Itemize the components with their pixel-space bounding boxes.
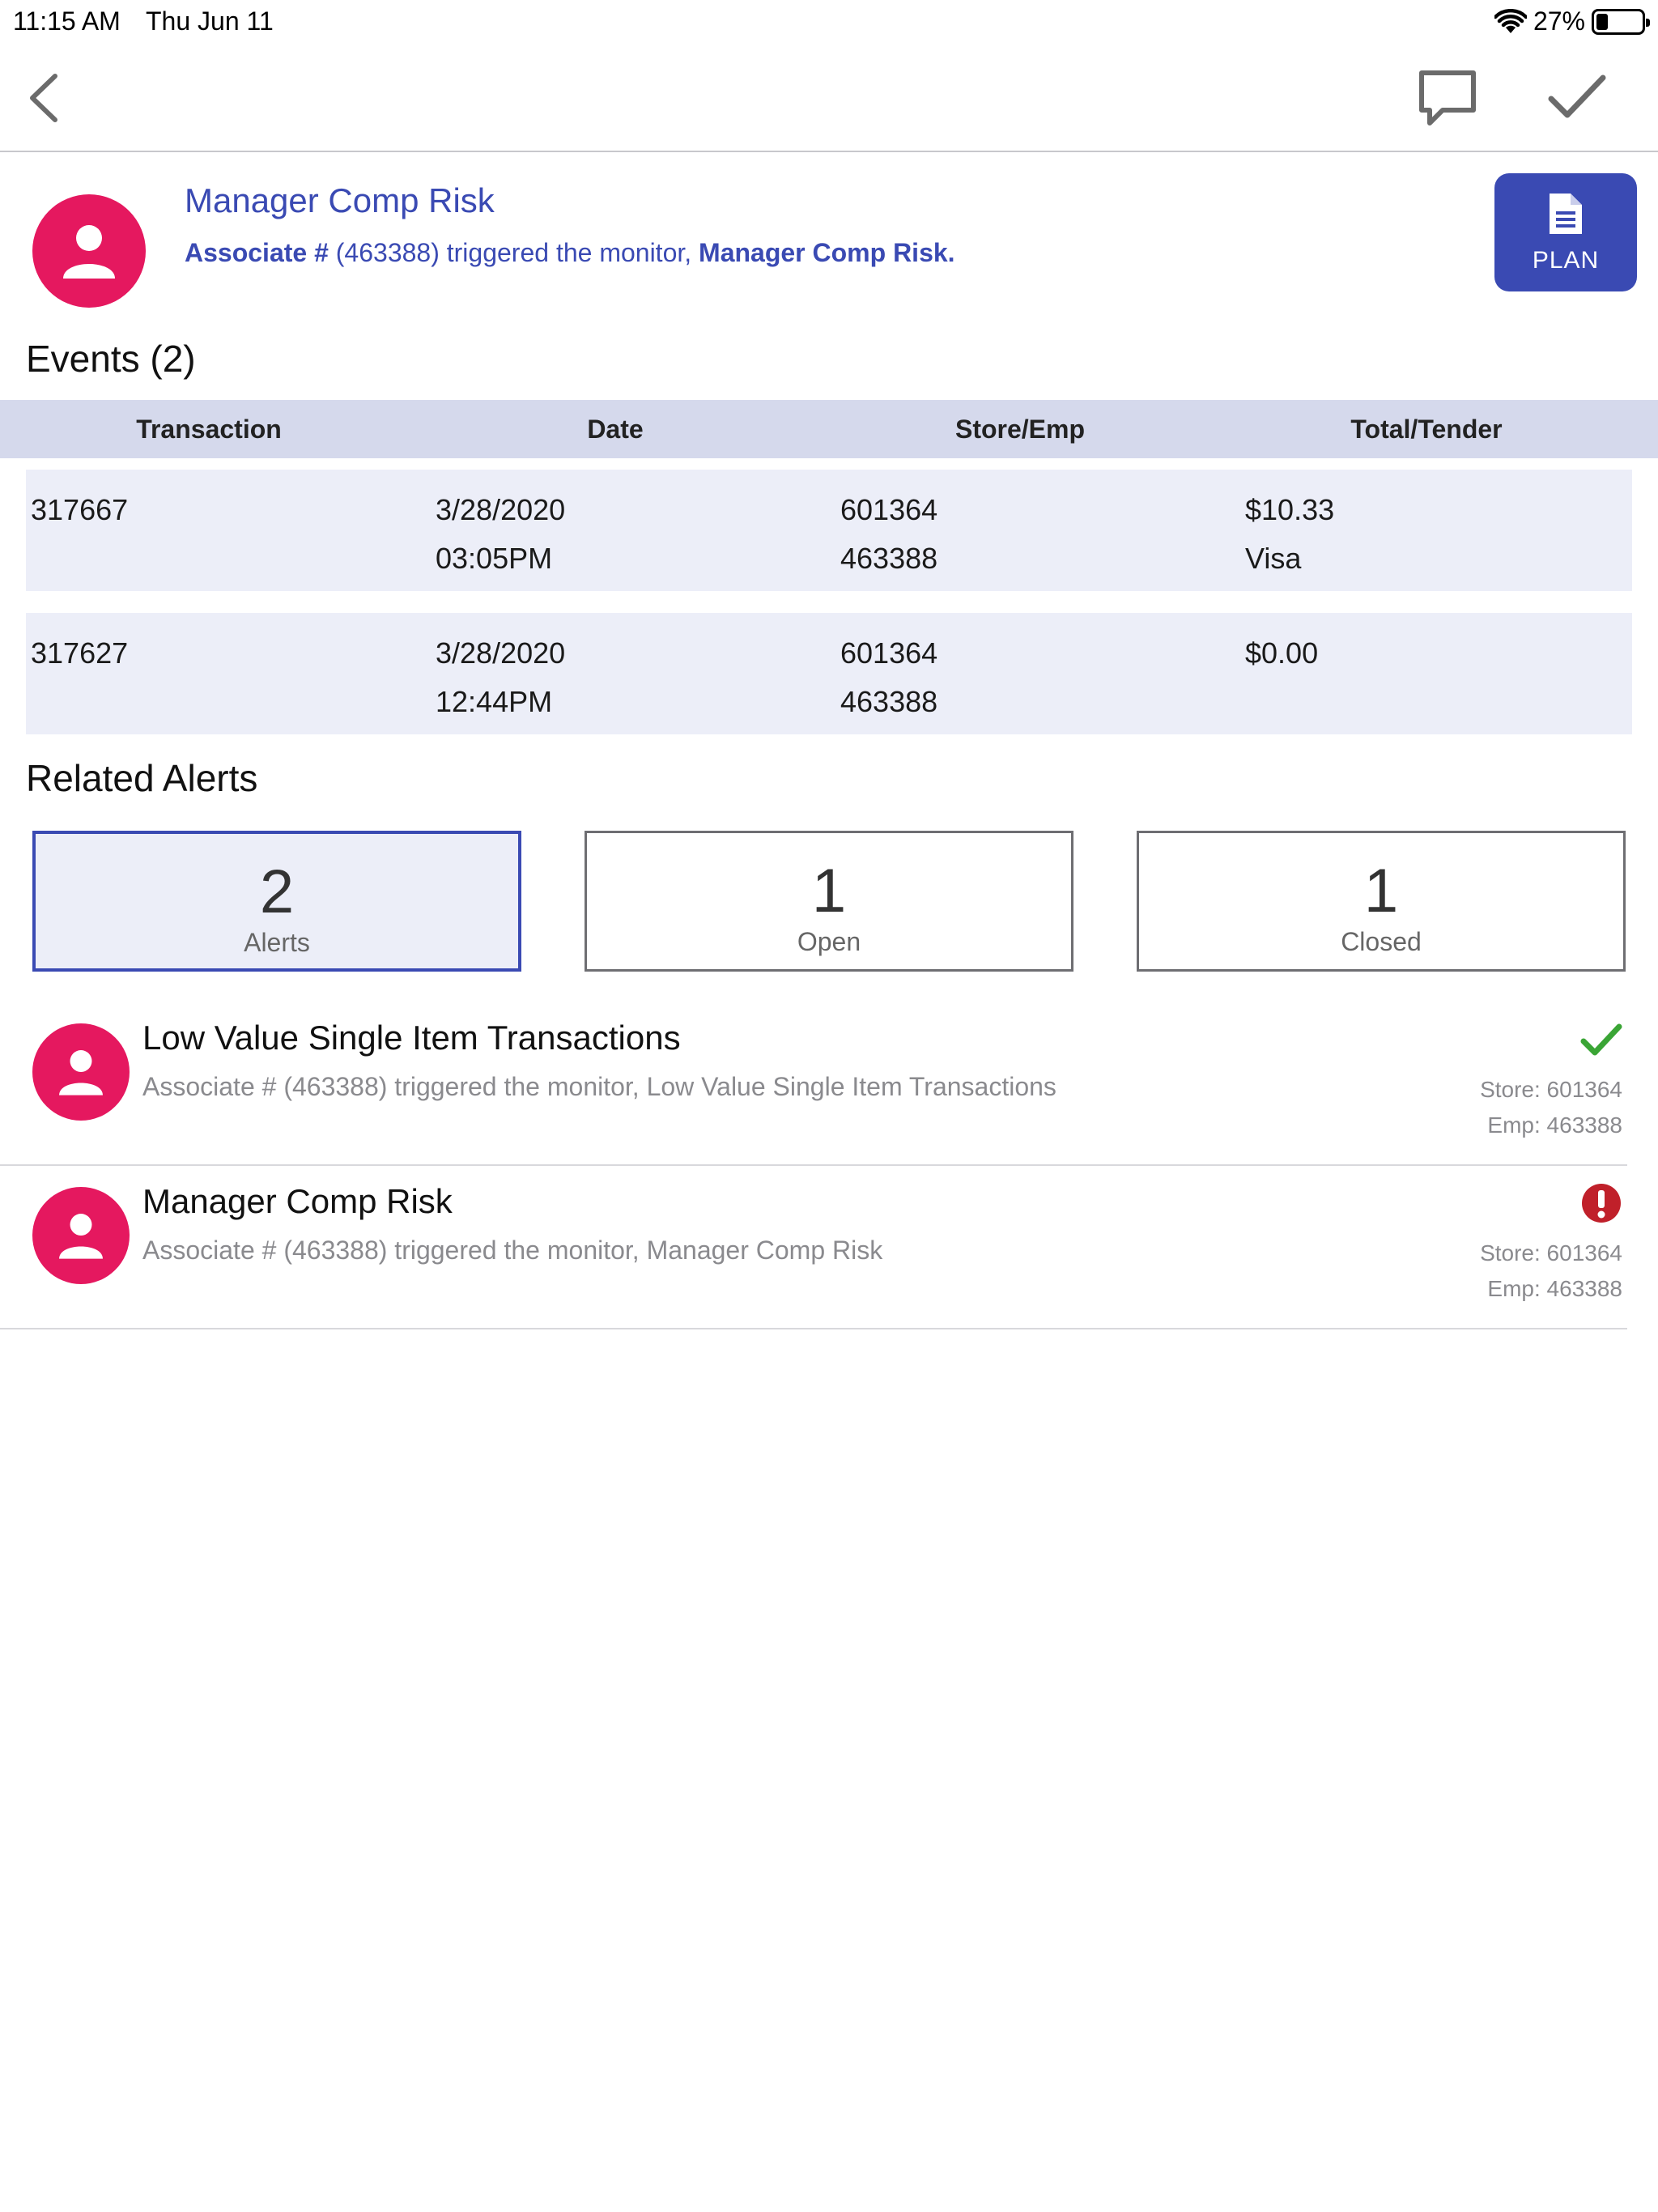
comment-icon <box>1419 70 1476 125</box>
alert-item-emp: Emp: 463388 <box>1487 1276 1622 1301</box>
back-button[interactable] <box>21 70 70 126</box>
battery-percent: 27% <box>1533 6 1585 36</box>
chevron-left-icon <box>30 74 57 122</box>
confirm-button[interactable] <box>1545 70 1609 126</box>
alert-item-title: Low Value Single Item Transactions <box>142 1019 681 1057</box>
status-time: 11:15 AM <box>13 6 121 36</box>
col-transaction: Transaction <box>136 415 282 444</box>
person-icon <box>59 1050 103 1095</box>
event-row[interactable]: 317627 3/28/2020 12:44PM 601364 463388 $0.… <box>26 613 1632 734</box>
comment-button[interactable] <box>1415 66 1480 131</box>
check-icon <box>1580 1023 1622 1056</box>
person-icon <box>63 225 115 279</box>
wifi-icon <box>1494 8 1527 35</box>
plan-label: PLAN <box>1532 247 1600 274</box>
nav-bar <box>0 45 1658 152</box>
events-table-header: Transaction Date Store/Emp Total/Tender <box>0 400 1658 458</box>
alert-item-store: Store: 601364 <box>1480 1077 1622 1102</box>
event-total: $10.33 <box>1245 493 1335 526</box>
summary-count: 1 <box>811 857 847 925</box>
cell-store-emp: 601364 463388 <box>840 629 937 726</box>
events-title: Events (2) <box>26 338 196 380</box>
alert-item-emp: Emp: 463388 <box>1487 1112 1622 1138</box>
event-row[interactable]: 317667 3/28/2020 03:05PM 601364 463388 $10… <box>26 470 1632 591</box>
subtitle-prefix: Associate # <box>185 238 329 267</box>
summary-label: Alerts <box>244 928 310 957</box>
subtitle-monitor: Manager Comp Risk. <box>699 238 955 267</box>
event-total: $0.00 <box>1245 636 1319 670</box>
person-icon <box>59 1214 103 1259</box>
event-date: 3/28/2020 <box>436 493 566 526</box>
event-store: 601364 <box>840 493 938 526</box>
summary-alerts-tab[interactable]: 2 Alerts <box>32 831 521 972</box>
event-emp: 463388 <box>840 685 938 718</box>
avatar <box>32 1023 130 1121</box>
status-bar: 11:15 AM Thu Jun 11 27% <box>0 0 1658 45</box>
alert-list-item[interactable]: Low Value Single Item Transactions Assoc… <box>0 1004 1627 1166</box>
alert-icon <box>1582 1184 1621 1223</box>
avatar <box>32 194 146 308</box>
status-right: 27% <box>1494 6 1650 36</box>
alert-subtitle: Associate # (463388) triggered the monit… <box>185 238 955 268</box>
alert-item-title: Manager Comp Risk <box>142 1182 453 1220</box>
summary-count: 2 <box>259 857 295 926</box>
alert-header: Manager Comp Risk Associate # (463388) t… <box>0 154 1658 316</box>
battery-icon <box>1592 8 1650 35</box>
cell-date: 3/28/2020 03:05PM <box>436 486 565 583</box>
alert-list-item[interactable]: Manager Comp Risk Associate # (463388) t… <box>0 1168 1627 1329</box>
cell-total-tender: $0.00 <box>1245 629 1318 678</box>
event-store: 601364 <box>840 636 938 670</box>
related-alerts-title: Related Alerts <box>26 757 258 799</box>
cell-date: 3/28/2020 12:44PM <box>436 629 565 726</box>
alert-item-store: Store: 601364 <box>1480 1240 1622 1266</box>
event-time: 03:05PM <box>436 542 553 575</box>
avatar <box>32 1187 130 1284</box>
subtitle-mid: (463388) triggered the monitor, <box>328 238 699 267</box>
cell-transaction: 317667 <box>31 493 129 526</box>
summary-label: Closed <box>1341 927 1422 956</box>
cell-total-tender: $10.33 Visa <box>1245 486 1334 583</box>
col-total-tender: Total/Tender <box>1350 415 1503 444</box>
summary-count: 1 <box>1363 857 1399 925</box>
cell-store-emp: 601364 463388 <box>840 486 937 583</box>
document-icon <box>1550 194 1582 234</box>
summary-closed-tab[interactable]: 1 Closed <box>1137 831 1626 972</box>
alert-item-subtitle: Associate # (463388) triggered the monit… <box>142 1072 1056 1101</box>
alert-title: Manager Comp Risk <box>185 181 495 219</box>
cell-transaction: 317627 <box>31 636 129 670</box>
event-tender: Visa <box>1245 542 1302 575</box>
summary-open-tab[interactable]: 1 Open <box>585 831 1073 972</box>
plan-button[interactable]: PLAN <box>1494 173 1637 291</box>
summary-label: Open <box>797 927 861 956</box>
event-emp: 463388 <box>840 542 938 575</box>
check-icon <box>1548 74 1606 118</box>
col-store-emp: Store/Emp <box>954 415 1086 444</box>
event-date: 3/28/2020 <box>436 636 566 670</box>
col-date: Date <box>587 415 644 444</box>
status-date: Thu Jun 11 <box>146 6 274 36</box>
alert-item-subtitle: Associate # (463388) triggered the monit… <box>142 1236 883 1265</box>
event-time: 12:44PM <box>436 685 553 718</box>
